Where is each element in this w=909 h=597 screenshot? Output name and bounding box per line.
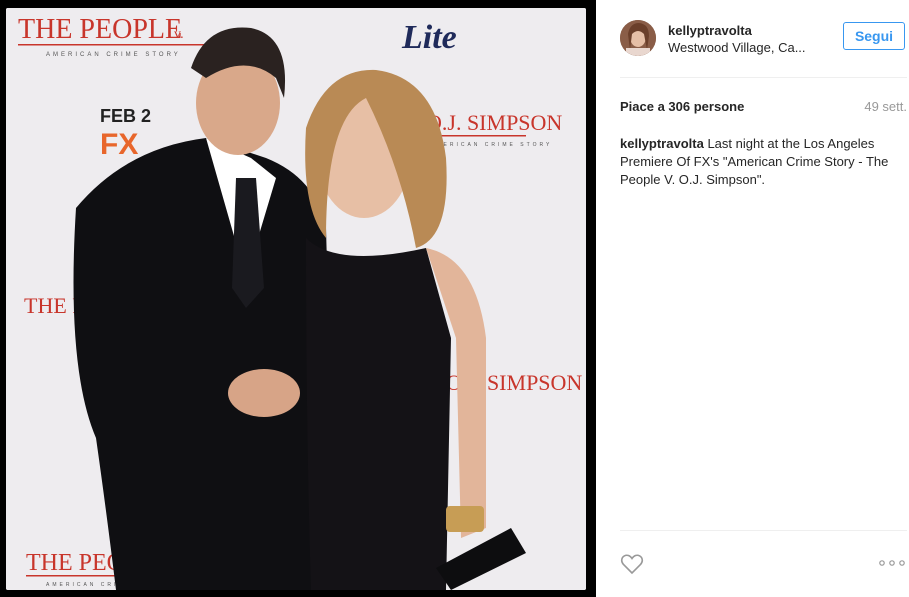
more-dots-icon[interactable] — [878, 556, 906, 570]
post-age[interactable]: 49 sett. — [864, 99, 907, 114]
svg-text:FEB 2: FEB 2 — [100, 106, 151, 126]
sponsor-logo: Lite — [401, 19, 457, 56]
svg-text:O.J. SIMPSON: O.J. SIMPSON — [426, 110, 562, 135]
divider — [620, 530, 907, 531]
divider — [620, 77, 907, 78]
photo-illustration: THE PEOPLE v. AMERICAN CRIME STORY Lite … — [6, 8, 586, 590]
svg-text:THE PEOPLE: THE PEOPLE — [18, 14, 182, 45]
backdrop-logo-right: O.J. SIMPSON AMERICAN CRIME STORY — [426, 110, 562, 148]
svg-text:AMERICAN CRIME STORY: AMERICAN CRIME STORY — [430, 142, 552, 148]
photo-pane: THE PEOPLE v. AMERICAN CRIME STORY Lite … — [0, 0, 596, 597]
location-link[interactable]: Westwood Village, Ca... — [668, 40, 806, 55]
username-link[interactable]: kellyptravolta — [668, 23, 752, 38]
likes-count[interactable]: Piace a 306 persone — [620, 99, 744, 114]
avatar[interactable] — [620, 20, 656, 56]
post-header: kellyptravolta Westwood Village, Ca... S… — [620, 20, 907, 60]
svg-text:v.: v. — [174, 27, 184, 42]
post-sidebar: kellyptravolta Westwood Village, Ca... S… — [596, 0, 909, 597]
svg-text:FX: FX — [100, 128, 138, 161]
avatar-image — [620, 20, 656, 56]
svg-text:AMERICAN CRIME STORY: AMERICAN CRIME STORY — [46, 52, 181, 58]
heart-outline-icon[interactable] — [620, 553, 644, 575]
follow-button[interactable]: Segui — [843, 22, 905, 50]
caption-username-link[interactable]: kellyptravolta — [620, 136, 704, 151]
backdrop-logo-top-left: THE PEOPLE v. AMERICAN CRIME STORY — [18, 14, 208, 58]
caption: kellyptravolta Last night at the Los Ang… — [620, 135, 909, 189]
post-photo[interactable]: THE PEOPLE v. AMERICAN CRIME STORY Lite … — [6, 8, 586, 590]
